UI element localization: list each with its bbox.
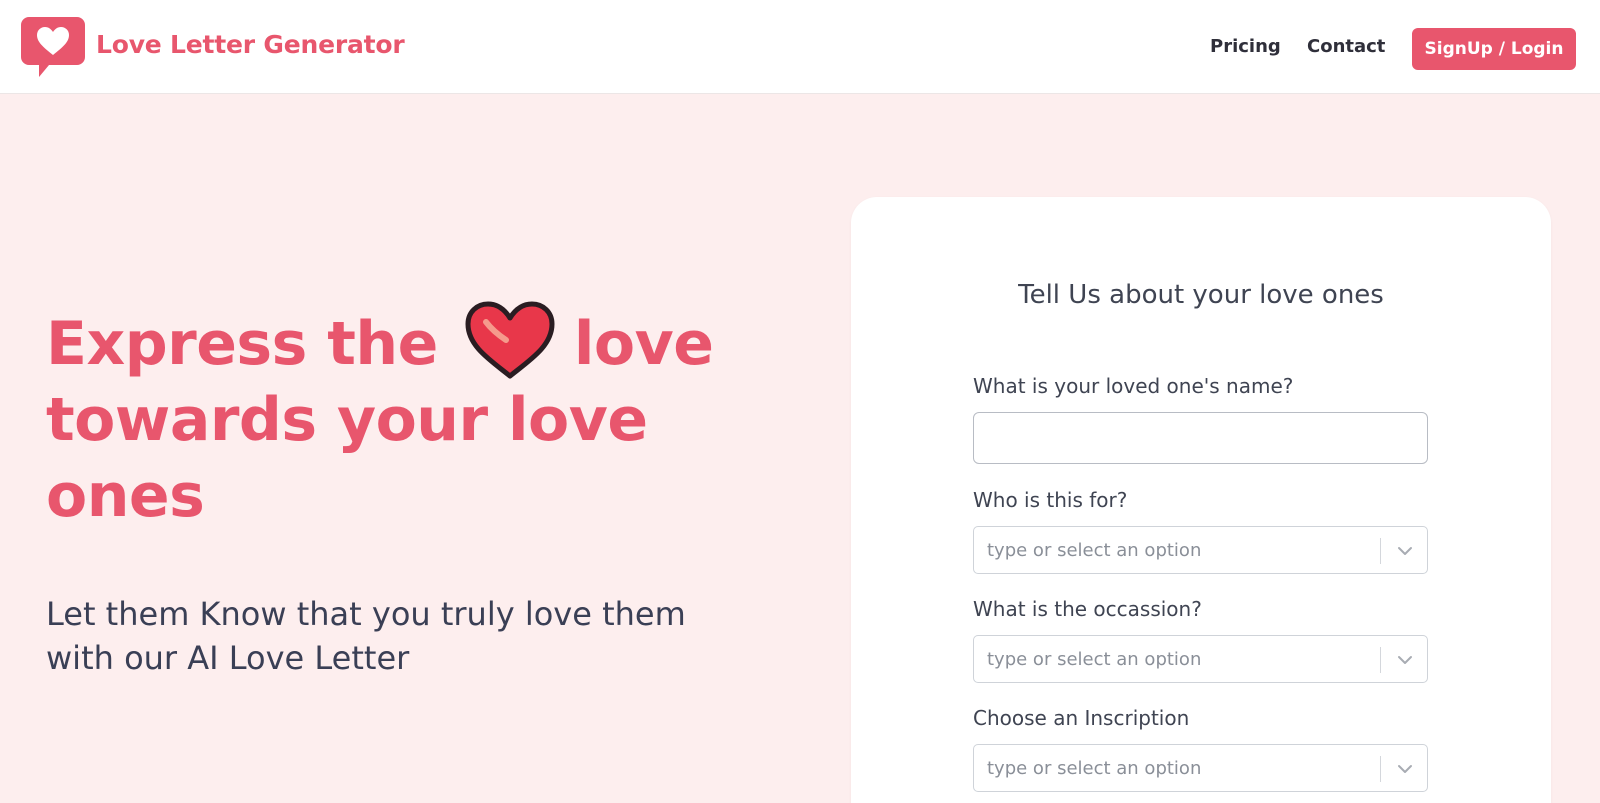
top-header: Love Letter Generator Pricing Contact Si… (0, 0, 1600, 94)
name-label: What is your loved one's name? (973, 374, 1294, 398)
recipient-select[interactable]: type or select an option (973, 526, 1428, 574)
occasion-label: What is the occassion? (973, 597, 1202, 621)
name-input[interactable] (973, 412, 1428, 464)
hero-subtitle-line1: Let them Know that you truly love them (46, 595, 686, 633)
select-separator (1380, 756, 1381, 782)
red-heart-icon (465, 301, 555, 379)
signup-login-button[interactable]: SignUp / Login (1412, 28, 1576, 70)
hero-title-part2: love (573, 309, 714, 379)
hero-title-line2: towards your love (46, 385, 648, 455)
hero-subtitle: Let them Know that you truly love them w… (46, 592, 746, 680)
recipient-label: Who is this for? (973, 488, 1128, 512)
occasion-select[interactable]: type or select an option (973, 635, 1428, 683)
chevron-down-icon[interactable] (1395, 760, 1415, 778)
occasion-select-placeholder: type or select an option (987, 649, 1202, 670)
heart-speech-bubble-icon[interactable] (21, 15, 85, 81)
recipient-select-placeholder: type or select an option (987, 540, 1202, 561)
hero-title: Express the love towards your love ones (46, 300, 786, 534)
chevron-down-icon[interactable] (1395, 542, 1415, 560)
brand-name[interactable]: Love Letter Generator (96, 30, 405, 59)
select-separator (1380, 538, 1381, 564)
form-title: Tell Us about your love ones (1018, 280, 1384, 310)
nav-pricing-link[interactable]: Pricing (1210, 36, 1281, 57)
chevron-down-icon[interactable] (1395, 651, 1415, 669)
hero-subtitle-line2: with our AI Love Letter (46, 639, 410, 677)
hero-title-line3: ones (46, 461, 205, 531)
inscription-select-placeholder: type or select an option (987, 758, 1202, 779)
inscription-label: Choose an Inscription (973, 706, 1190, 730)
select-separator (1380, 647, 1381, 673)
hero-title-part1: Express the (46, 309, 438, 379)
nav-contact-link[interactable]: Contact (1307, 36, 1385, 57)
inscription-select[interactable]: type or select an option (973, 744, 1428, 792)
